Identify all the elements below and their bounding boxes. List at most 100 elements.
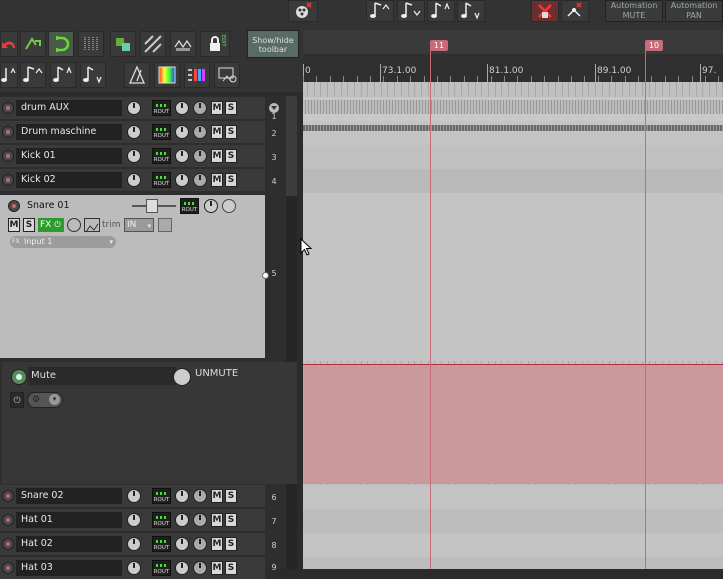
record-arm-button[interactable] — [2, 514, 14, 526]
envelope-lock-icon[interactable] — [170, 31, 196, 57]
pan-knob[interactable] — [175, 513, 189, 527]
track-name[interactable]: Hat 02 — [16, 536, 122, 552]
envelope-icon[interactable] — [84, 218, 100, 233]
fx-button[interactable]: FX ⏻ — [38, 218, 64, 232]
tuner-icon[interactable] — [124, 62, 150, 88]
volume-knob[interactable] — [127, 173, 141, 187]
record-arm-button[interactable] — [2, 490, 14, 502]
mute-button[interactable]: M — [8, 218, 20, 232]
input-select[interactable]: FX Input 1 ▾ — [10, 236, 116, 248]
width-knob[interactable] — [193, 489, 207, 503]
solo-button[interactable]: S — [23, 218, 35, 232]
solo-button[interactable]: S — [225, 173, 237, 187]
note-up-icon[interactable] — [50, 62, 76, 88]
record-arm-button[interactable] — [2, 102, 14, 114]
tcp-scrollbar-thumb[interactable] — [286, 96, 297, 196]
undo-icon[interactable] — [0, 31, 18, 57]
mute-button[interactable]: M — [211, 173, 223, 187]
track-lane-hat01[interactable] — [303, 509, 723, 533]
volume-knob[interactable] — [127, 537, 141, 551]
track-row[interactable]: drum AUX ROUT M S — [0, 97, 265, 119]
marker-flag[interactable]: 11 — [430, 40, 448, 51]
track-lane-hat03[interactable] — [303, 557, 723, 569]
route-button[interactable]: ROUT — [152, 560, 171, 576]
route-button[interactable]: ROUT — [152, 100, 171, 116]
remove-item-icon[interactable] — [531, 0, 559, 22]
volume-knob[interactable] — [127, 513, 141, 527]
width-knob[interactable] — [193, 513, 207, 527]
track-name[interactable]: Snare 02 — [16, 488, 122, 504]
record-arm-button[interactable] — [2, 174, 14, 186]
selected-track-snare01[interactable]: Snare 01 ROUT M S FX ⏻ trim IN ▾ FX Input… — [0, 195, 277, 358]
show-hide-toolbar-button[interactable]: Show/hide toolbar — [247, 30, 299, 58]
mute-button[interactable]: M — [211, 125, 223, 139]
record-arm-button[interactable] — [2, 150, 14, 162]
pan-knob[interactable] — [204, 199, 218, 213]
mute-button[interactable]: M — [211, 561, 223, 575]
solo-button[interactable]: S — [225, 537, 237, 551]
track-row[interactable]: Hat 02 ROUT M S — [0, 533, 265, 555]
solo-button[interactable]: S — [225, 101, 237, 115]
solo-button[interactable]: S — [225, 513, 237, 527]
track-name-snare01[interactable]: Snare 01 — [22, 198, 122, 214]
track-lane-hat02[interactable] — [303, 533, 723, 557]
route-button[interactable]: ROUT — [152, 124, 171, 140]
color-tracks-icon[interactable] — [184, 62, 210, 88]
record-arm-button[interactable] — [2, 562, 14, 574]
mute-button[interactable]: M — [211, 537, 223, 551]
loop-icon[interactable] — [48, 31, 74, 57]
midi-note-up-icon[interactable] — [0, 62, 18, 88]
mute-button[interactable]: M — [211, 513, 223, 527]
automation-pan-button[interactable]: Automation PAN — [665, 0, 723, 22]
phase-icon[interactable] — [67, 218, 81, 232]
track-resize-handle[interactable] — [262, 272, 269, 279]
track-name[interactable]: Hat 03 — [16, 560, 122, 576]
midi-note-up-icon[interactable] — [366, 0, 394, 22]
track-row[interactable]: Hat 03 ROUT M S — [0, 557, 265, 579]
media-item-drum-maschine[interactable] — [303, 125, 723, 131]
note-down-icon[interactable] — [80, 62, 106, 88]
mute-button[interactable]: M — [211, 489, 223, 503]
volume-knob[interactable] — [127, 561, 141, 575]
solo-button[interactable]: S — [225, 561, 237, 575]
envelope-mode-select[interactable]: ⚙ ▾ — [27, 392, 63, 408]
trim-label[interactable]: trim — [102, 218, 122, 232]
lock-icon[interactable]: EDIT — [200, 31, 230, 57]
track-name[interactable]: Kick 01 — [16, 148, 122, 164]
track-lane-snare02[interactable] — [303, 485, 723, 509]
volume-knob[interactable] — [127, 489, 141, 503]
volume-knob[interactable] — [127, 125, 141, 139]
mute-button[interactable]: M — [211, 149, 223, 163]
midi-note-down-icon[interactable] — [397, 0, 425, 22]
width-knob[interactable] — [222, 199, 236, 213]
redo-icon[interactable] — [20, 31, 46, 57]
track-row[interactable]: Kick 02 ROUT M S — [0, 169, 265, 191]
marker-flag[interactable]: 10 — [645, 40, 663, 51]
width-knob[interactable] — [193, 537, 207, 551]
width-knob[interactable] — [193, 149, 207, 163]
ripple-edit-icon[interactable] — [140, 31, 166, 57]
envelope-name[interactable]: Mute — [28, 367, 176, 385]
snap-icon[interactable] — [110, 31, 136, 57]
route-button[interactable]: ROUT — [152, 512, 171, 528]
automation-envelope-line[interactable] — [303, 364, 723, 365]
track-name[interactable]: drum AUX — [16, 100, 122, 116]
mute-button[interactable]: M — [211, 101, 223, 115]
screenset-icon[interactable] — [214, 62, 240, 88]
free-item-icon[interactable] — [158, 218, 172, 232]
automation-lane-area[interactable] — [303, 364, 723, 484]
track-name[interactable]: Drum maschine — [16, 124, 122, 140]
track-list-menu-icon[interactable] — [268, 98, 280, 113]
automation-mute-button[interactable]: Automation MUTE — [605, 0, 663, 22]
track-lane-snare01[interactable] — [303, 193, 723, 361]
track-row[interactable]: Kick 01 ROUT M S — [0, 145, 265, 167]
volume-knob[interactable] — [127, 101, 141, 115]
pan-knob[interactable] — [175, 561, 189, 575]
input-monitor-button[interactable]: IN ▾ — [124, 218, 154, 232]
arrange-view[interactable]: 0 73.1.00 81.1.00 89.1.00 97. 11 10 — [303, 30, 723, 569]
pan-knob[interactable] — [175, 537, 189, 551]
envelope-value-knob[interactable] — [173, 368, 191, 386]
track-lane-kick02[interactable] — [303, 169, 723, 193]
note-down-icon[interactable] — [457, 0, 485, 22]
volume-slider-handle[interactable] — [146, 199, 158, 213]
